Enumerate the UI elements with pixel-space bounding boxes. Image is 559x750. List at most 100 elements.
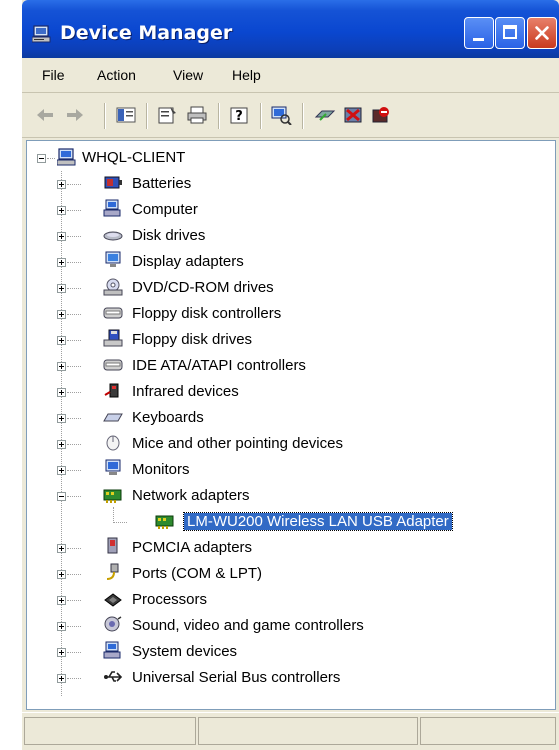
tree-item-infrared-devices[interactable]: Infrared devices: [27, 379, 547, 405]
tree-item-sound-video-game[interactable]: Sound, video and game controllers: [27, 613, 547, 639]
expand-toggle[interactable]: [57, 258, 66, 267]
tree-item-mice[interactable]: Mice and other pointing devices: [27, 431, 547, 457]
menu-view[interactable]: View: [173, 67, 203, 83]
tree-item-processors[interactable]: Processors: [27, 587, 547, 613]
close-icon: [535, 26, 549, 40]
expand-toggle[interactable]: [57, 544, 66, 553]
tree-item-monitors[interactable]: Monitors: [27, 457, 547, 483]
collapse-toggle[interactable]: [57, 492, 66, 501]
tree-item-batteries[interactable]: Batteries: [27, 171, 547, 197]
tree-item-label: Universal Serial Bus controllers: [132, 669, 341, 686]
expand-toggle[interactable]: [57, 596, 66, 605]
tree-item-pcmcia-adapters[interactable]: PCMCIA adapters: [27, 535, 547, 561]
expand-toggle[interactable]: [57, 310, 66, 319]
menu-action[interactable]: Action: [97, 67, 136, 83]
tree-item-ide-ata-atapi-controllers[interactable]: IDE ATA/ATAPI controllers: [27, 353, 547, 379]
title-bar[interactable]: Device Manager: [22, 0, 559, 58]
status-bar: [22, 712, 559, 750]
tree-item-label: Disk drives: [132, 227, 206, 244]
status-pane: [24, 717, 196, 745]
tree-root[interactable]: WHQL-CLIENT: [27, 145, 547, 171]
tree-item-lm-wu200-adapter[interactable]: LM-WU200 Wireless LAN USB Adapter: [27, 509, 547, 535]
expand-toggle[interactable]: [57, 622, 66, 631]
update-driver-icon[interactable]: [314, 105, 336, 125]
tree-item-keyboards[interactable]: Keyboards: [27, 405, 547, 431]
help-icon[interactable]: ?: [228, 105, 250, 125]
tree-item-label: System devices: [132, 643, 238, 660]
sound-icon: [104, 616, 122, 632]
expand-toggle[interactable]: [57, 206, 66, 215]
mouse-icon: [106, 435, 120, 451]
tree-item-label: Display adapters: [132, 253, 244, 270]
tree-line: [67, 574, 81, 576]
expand-toggle[interactable]: [57, 466, 66, 475]
expand-toggle[interactable]: [57, 180, 66, 189]
expand-toggle[interactable]: [57, 440, 66, 449]
tree-item-system-devices[interactable]: System devices: [27, 639, 547, 665]
maximize-icon: [503, 25, 517, 39]
tree-item-label: Sound, video and game controllers: [132, 617, 364, 634]
menu-bar: File Action View Help: [22, 58, 559, 93]
disk-drive-icon: [103, 231, 123, 241]
computer-icon: [57, 148, 76, 166]
expand-toggle[interactable]: [57, 414, 66, 423]
device-tree[interactable]: WHQL-CLIENT Batteries Computer Disk driv…: [26, 140, 556, 710]
minimize-button[interactable]: [464, 17, 494, 49]
uninstall-icon[interactable]: [342, 105, 364, 125]
scan-hardware-icon[interactable]: [270, 105, 292, 125]
properties-icon[interactable]: [156, 105, 178, 125]
display-adapter-icon: [105, 251, 121, 267]
tree-item-usb-controllers[interactable]: Universal Serial Bus controllers: [27, 665, 547, 691]
expand-toggle[interactable]: [57, 648, 66, 657]
controller-icon: [103, 359, 123, 371]
tree-line: [67, 444, 81, 446]
tree-item-disk-drives[interactable]: Disk drives: [27, 223, 547, 249]
minimize-icon: [473, 38, 484, 41]
expand-toggle[interactable]: [57, 284, 66, 293]
expand-toggle[interactable]: [57, 674, 66, 683]
expand-toggle[interactable]: [57, 232, 66, 241]
network-adapter-icon: [155, 515, 174, 529]
toolbar: ?: [22, 93, 559, 138]
tree-item-floppy-disk-controllers[interactable]: Floppy disk controllers: [27, 301, 547, 327]
tree-item-label: Batteries: [132, 175, 192, 192]
tree-item-floppy-disk-drives[interactable]: Floppy disk drives: [27, 327, 547, 353]
maximize-button[interactable]: [495, 17, 525, 49]
tree-item-label: LM-WU200 Wireless LAN USB Adapter: [183, 512, 453, 531]
show-hide-tree-icon[interactable]: [115, 105, 137, 125]
tree-line: [67, 626, 81, 628]
expand-toggle[interactable]: [57, 570, 66, 579]
tree-item-network-adapters[interactable]: Network adapters: [27, 483, 547, 509]
expand-toggle[interactable]: [57, 388, 66, 397]
controller-icon: [103, 307, 123, 319]
tree-item-label: Mice and other pointing devices: [132, 435, 343, 452]
menu-file[interactable]: File: [42, 67, 65, 83]
close-button[interactable]: [527, 17, 557, 49]
status-pane: [420, 717, 556, 745]
toolbar-separator: [218, 103, 220, 129]
tree-line: [67, 496, 81, 498]
tree-item-dvd-cd-rom-drives[interactable]: DVD/CD-ROM drives: [27, 275, 547, 301]
menu-help[interactable]: Help: [232, 67, 261, 83]
toolbar-separator: [104, 103, 106, 129]
forward-arrow-icon[interactable]: [64, 105, 86, 125]
back-arrow-icon[interactable]: [34, 105, 56, 125]
tree-line: [67, 210, 81, 212]
tree-item-label: PCMCIA adapters: [132, 539, 253, 556]
tree-item-computer[interactable]: Computer: [27, 197, 547, 223]
tree-line: [67, 470, 81, 472]
disable-icon[interactable]: [370, 105, 392, 125]
expand-toggle[interactable]: [57, 336, 66, 345]
tree-item-display-adapters[interactable]: Display adapters: [27, 249, 547, 275]
tree-item-label: DVD/CD-ROM drives: [132, 279, 274, 296]
collapse-toggle[interactable]: [37, 154, 46, 163]
tree-line: [67, 678, 81, 680]
tree-item-ports[interactable]: Ports (COM & LPT): [27, 561, 547, 587]
print-icon[interactable]: [186, 105, 208, 125]
tree-item-label: IDE ATA/ATAPI controllers: [132, 357, 306, 374]
expand-toggle[interactable]: [57, 362, 66, 371]
svg-text:?: ?: [235, 109, 243, 124]
battery-icon: [104, 176, 122, 189]
tree-line: [67, 548, 81, 550]
tree-line: [67, 366, 81, 368]
